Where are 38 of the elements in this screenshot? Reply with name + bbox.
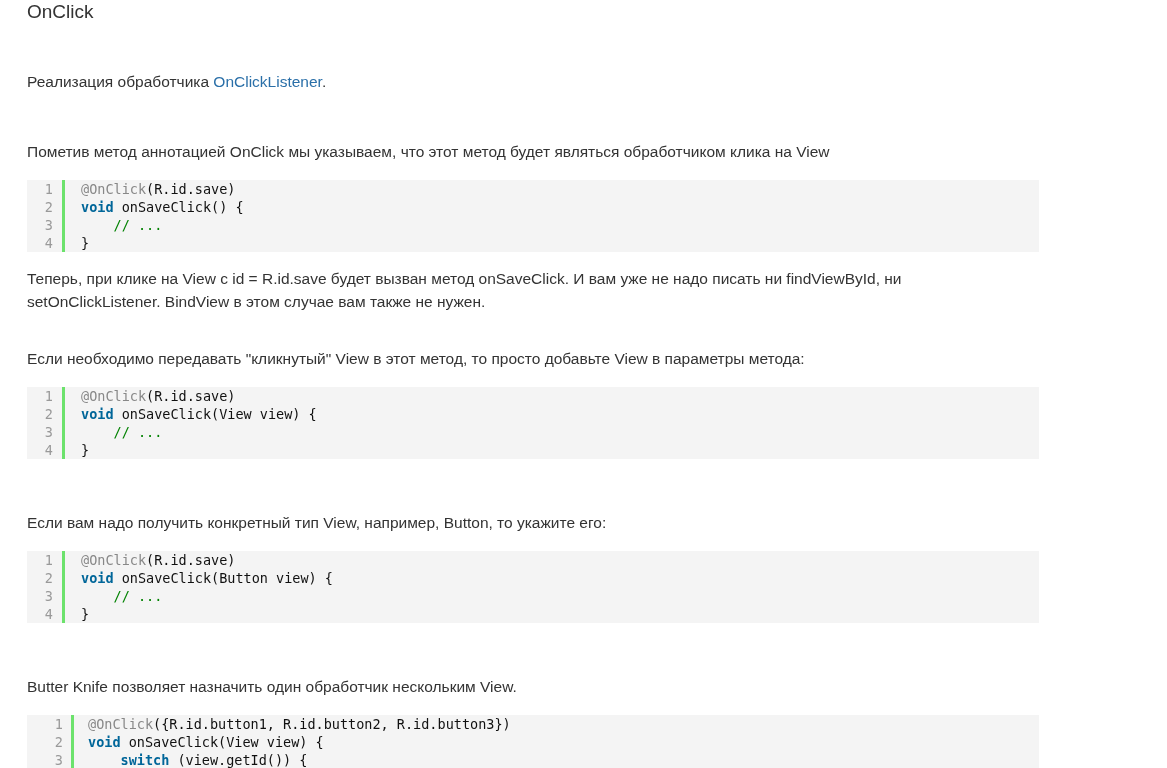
- code-line: void onSaveClick(View view) {: [87, 733, 324, 751]
- paragraph: Если необходимо передавать "кликнутый" View в этот метод, то просто добавьте View в параметры метода:: [27, 349, 806, 369]
- line-number: 3: [43, 423, 54, 441]
- paragraph: Теперь, при клике на View с id = R.id.save будет вызван метод onSaveClick. И вам уже не надо писать ни findViewById, ни setOnClickListener. BindView в этом случае вам также не нужен.: [27, 269, 903, 312]
- code-line: @OnClick(R.id.save): [80, 180, 236, 198]
- code-line: // ...: [112, 216, 163, 234]
- line-number: 1: [43, 551, 54, 569]
- line-number: 2: [43, 198, 54, 216]
- paragraph: Реализация обработчика OnClickListener.: [27, 72, 328, 92]
- section-heading: OnClick: [27, 0, 95, 23]
- line-number: 3: [43, 216, 54, 234]
- line-number: 4: [43, 605, 54, 623]
- line-number: 4: [43, 441, 54, 459]
- line-number: 2: [43, 569, 54, 587]
- paragraph: Butter Knife позволяет назначить один обработчик нескольким View.: [27, 677, 518, 697]
- code-line: void onSaveClick(Button view) {: [80, 569, 333, 587]
- code-line: @OnClick(R.id.save): [80, 387, 236, 405]
- line-number: 2: [53, 733, 64, 751]
- code-line: @OnClick({R.id.button1, R.id.button2, R.id.button3}): [87, 715, 511, 733]
- link[interactable]: OnClickListener: [213, 73, 322, 90]
- line-number: 1: [43, 387, 54, 405]
- line-number: 1: [43, 180, 54, 198]
- code-line: }: [80, 441, 90, 459]
- code-line: switch (view.getId()) {: [119, 751, 308, 768]
- code-line: @OnClick(R.id.save): [80, 551, 236, 569]
- code-line: // ...: [112, 423, 163, 441]
- line-number: 4: [43, 234, 54, 252]
- code-line: void onSaveClick(View view) {: [80, 405, 317, 423]
- line-number: 3: [53, 751, 64, 768]
- line-number: 2: [43, 405, 54, 423]
- paragraph: Пометив метод аннотацией OnClick мы указываем, что этот метод будет являться обработчиком клика на View: [27, 142, 831, 162]
- code-line: // ...: [112, 587, 163, 605]
- code-line: }: [80, 605, 90, 623]
- code-line: void onSaveClick() {: [80, 198, 244, 216]
- line-number: 3: [43, 587, 54, 605]
- line-number: 1: [53, 715, 64, 733]
- paragraph: Если вам надо получить конкретный тип View, например, Button, то укажите его:: [27, 513, 608, 533]
- code-line: }: [80, 234, 90, 252]
